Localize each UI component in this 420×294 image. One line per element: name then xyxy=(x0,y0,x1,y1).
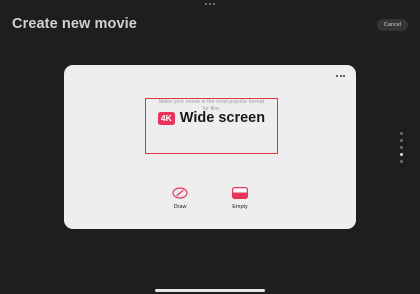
empty-label: Empty xyxy=(232,204,248,210)
more-options-icon[interactable] xyxy=(336,75,345,77)
grip-dot xyxy=(205,3,207,5)
empty-frame-icon xyxy=(232,187,248,199)
page-dot[interactable] xyxy=(400,146,403,149)
page-dot[interactable] xyxy=(400,160,403,163)
format-description: Make your movie in the most popular form… xyxy=(158,99,265,112)
grip-dot xyxy=(213,3,215,5)
page-indicator[interactable] xyxy=(400,132,403,163)
empty-button[interactable]: Empty xyxy=(222,187,258,210)
format-card[interactable]: 4K Wide screen Make your movie in the mo… xyxy=(64,65,356,229)
grip-dot xyxy=(209,3,211,5)
page-dot[interactable] xyxy=(400,132,403,135)
page-title: Create new movie xyxy=(12,16,137,32)
cancel-button[interactable]: Cancel xyxy=(376,19,408,31)
page-dot[interactable] xyxy=(400,153,403,156)
draw-button[interactable]: Draw xyxy=(162,187,198,210)
pencil-circle-icon xyxy=(172,187,188,199)
home-indicator[interactable] xyxy=(155,289,265,292)
resolution-badge: 4K xyxy=(157,111,175,125)
top-grip xyxy=(205,3,215,5)
page-dot[interactable] xyxy=(400,139,403,142)
draw-label: Draw xyxy=(173,204,187,210)
